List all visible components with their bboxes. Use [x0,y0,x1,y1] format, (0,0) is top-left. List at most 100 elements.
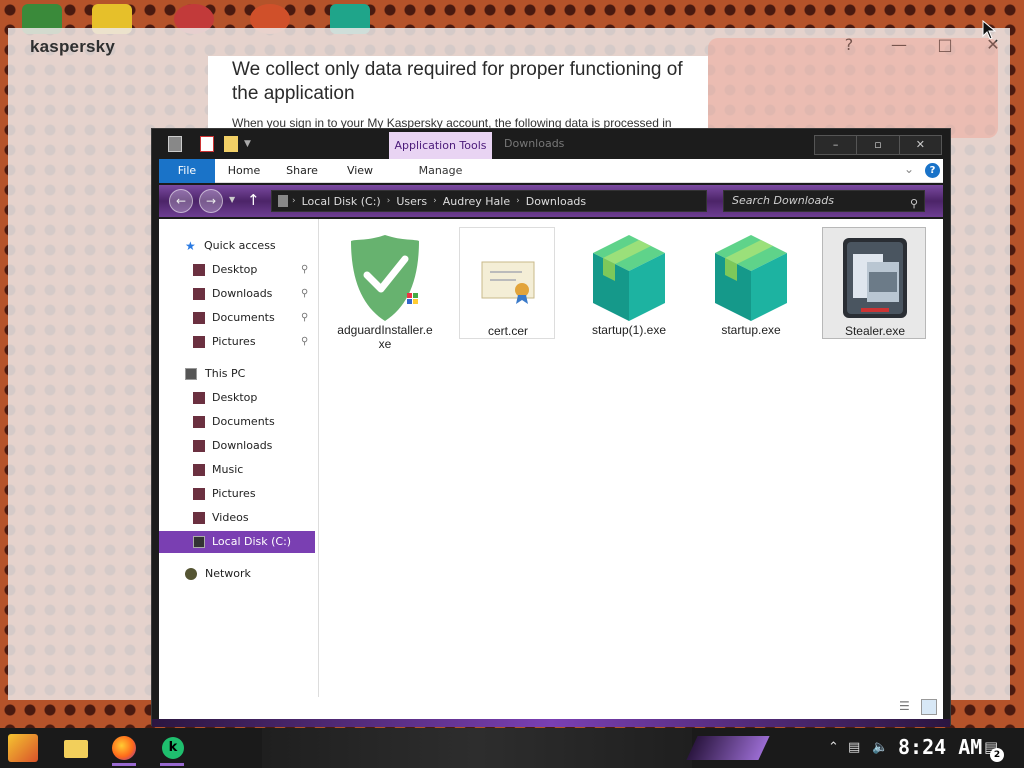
content-area: ★ Quick access Desktop ⚲ Downloads ⚲ Doc… [159,219,943,719]
chevron-down-icon[interactable]: ▼ [244,136,258,152]
drive-icon [193,536,205,548]
sidebar-item-label: Documents [212,311,275,324]
chevron-right-icon: › [516,196,520,206]
notification-count-badge: 2 [990,748,1004,762]
address-bar: ← → ▼ ↑ › Local Disk (C:) › Users › Audr… [159,185,943,217]
file-item-selected[interactable]: Stealer.exe [822,227,926,339]
minimize-button[interactable]: – [815,136,858,154]
file-item[interactable]: adguardInstaller.exe [337,227,433,351]
chevron-right-icon: › [386,196,391,206]
chevron-up-icon[interactable]: ⌃ [828,740,839,755]
sidebar-item-pictures[interactable]: Pictures ⚲ [159,331,315,353]
sidebar-item-videos[interactable]: Videos [159,507,315,529]
sidebar-item-label: Downloads [212,439,273,452]
package-box-icon [715,235,787,321]
expand-ribbon-icon[interactable]: ⌄ [904,162,914,176]
volume-icon[interactable]: 🔈 [872,740,888,755]
sidebar-item-quick-access[interactable]: ★ Quick access [159,235,315,257]
forward-button[interactable]: → [199,189,223,213]
breadcrumb-item[interactable]: Downloads [526,195,586,208]
breadcrumb-item[interactable]: Audrey Hale [443,195,510,208]
folder-icon [193,336,205,348]
file-item[interactable]: startup(1).exe [581,227,677,339]
maximize-button[interactable]: ▫ [857,136,900,154]
window-border [152,719,950,727]
view-switcher: ☰ [899,699,939,715]
address-path[interactable]: › Local Disk (C:) › Users › Audrey Hale … [271,190,707,212]
mouse-cursor-icon [982,20,996,40]
properties-icon[interactable] [168,136,182,152]
pin-icon[interactable]: ⚲ [301,259,308,281]
sidebar-item-label: Desktop [212,263,258,276]
sidebar-item-label: Quick access [204,239,276,252]
details-view-icon[interactable]: ☰ [899,699,915,715]
sidebar-item-downloads[interactable]: Downloads ⚲ [159,283,315,305]
sidebar-item-label: Videos [212,511,249,524]
sidebar-item-local-disk[interactable]: Local Disk (C:) [159,531,315,553]
tab-application-tools[interactable]: Application Tools [389,132,492,159]
file-explorer-icon[interactable] [60,732,92,764]
computer-icon [185,368,197,380]
file-name: cert.cer [487,324,528,338]
kaspersky-icon[interactable]: k [156,732,188,766]
star-icon: ★ [185,239,196,253]
sidebar-item-documents[interactable]: Documents ⚲ [159,307,315,329]
sidebar-item-pictures[interactable]: Pictures [159,483,315,505]
back-button[interactable]: ← [169,189,193,213]
search-icon[interactable]: ⚲ [910,194,918,214]
tab-file[interactable]: File [159,159,215,183]
large-icons-view-icon[interactable] [921,699,937,715]
sidebar-item-desktop[interactable]: Desktop ⚲ [159,259,315,281]
tab-home[interactable]: Home [219,159,269,183]
start-icon[interactable] [8,734,38,762]
privacy-heading: We collect only data required for proper… [232,59,683,104]
tab-manage[interactable]: Manage [389,159,492,183]
navigation-pane: ★ Quick access Desktop ⚲ Downloads ⚲ Doc… [159,219,319,697]
clock[interactable]: 8:24 AM [898,735,982,759]
sidebar-item-downloads[interactable]: Downloads [159,435,315,457]
folder-icon [193,416,205,428]
tab-share[interactable]: Share [277,159,327,183]
close-button[interactable]: ✕ [899,136,941,154]
sidebar-item-network[interactable]: Network [159,563,315,585]
title-bar: ▼ Application Tools Downloads – ▫ ✕ [152,129,950,159]
up-arrow-icon[interactable]: ↑ [247,191,260,209]
chevron-right-icon: › [292,196,296,206]
folder-icon[interactable] [224,136,238,152]
checkmark-icon[interactable] [200,136,214,152]
taskbar: k ⌃ ▤ 🔈 8:24 AM ▤ 2 [0,728,1024,768]
blurred-background [708,38,998,138]
file-item[interactable]: cert.cer [459,227,555,339]
file-name: startup.exe [721,323,781,337]
sidebar-item-music[interactable]: Music [159,459,315,481]
window-controls: – ▫ ✕ [814,135,942,155]
firefox-icon[interactable] [108,732,140,766]
breadcrumb-item[interactable]: Local Disk (C:) [302,195,381,208]
network-icon [185,568,197,580]
breadcrumb-item[interactable]: Users [396,195,427,208]
pin-icon[interactable]: ⚲ [301,283,308,305]
recent-locations-icon[interactable]: ▼ [229,195,235,204]
videos-folder-icon [193,512,205,524]
sidebar-item-label: Pictures [212,487,256,500]
search-input[interactable]: Search Downloads ⚲ [723,190,925,212]
certificate-icon [481,261,535,304]
sidebar-item-documents[interactable]: Documents [159,411,315,433]
music-folder-icon [193,464,205,476]
sidebar-item-this-pc[interactable]: This PC [159,363,315,385]
file-name: adguardInstaller.exe [337,323,433,351]
file-explorer-window: ▼ Application Tools Downloads – ▫ ✕ File… [151,128,951,727]
application-window-icon [843,238,907,318]
network-tray-icon[interactable]: ▤ [848,740,860,755]
sidebar-item-desktop[interactable]: Desktop [159,387,315,409]
sidebar-item-label: Network [205,567,251,580]
help-icon[interactable]: ? [925,163,940,178]
taskbar-decoration [686,736,770,760]
window-title: Downloads [504,137,565,150]
pin-icon[interactable]: ⚲ [301,307,308,329]
pictures-folder-icon [193,488,205,500]
tab-view[interactable]: View [335,159,385,183]
pin-icon[interactable]: ⚲ [301,331,308,353]
file-item[interactable]: startup.exe [703,227,799,339]
folder-icon [193,264,205,276]
